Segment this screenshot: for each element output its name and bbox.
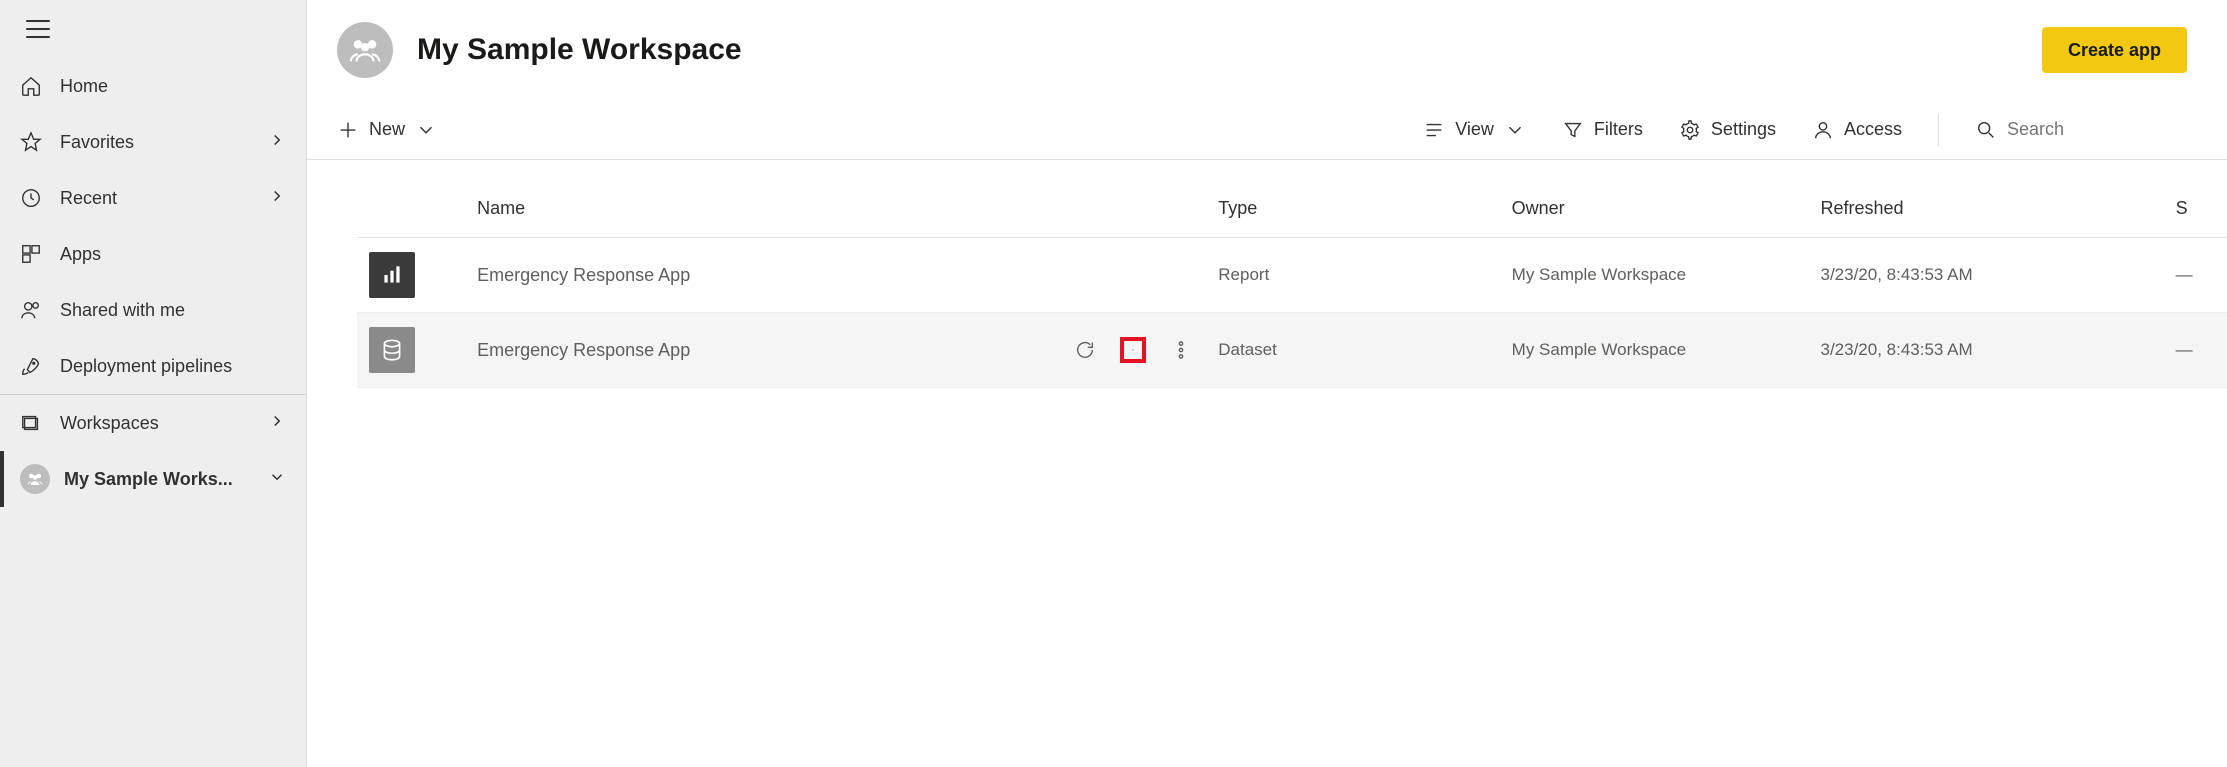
sidebar-item-recent[interactable]: Recent — [0, 170, 306, 226]
search-icon — [1975, 119, 1997, 141]
search-input[interactable] — [2007, 119, 2187, 140]
workspaces-icon — [20, 412, 42, 434]
chevron-down-icon — [1504, 119, 1526, 141]
filter-icon — [1562, 119, 1584, 141]
column-header-type[interactable]: Type — [1206, 180, 1499, 238]
report-icon — [369, 252, 415, 298]
filters-button[interactable]: Filters — [1562, 119, 1643, 141]
item-type: Report — [1206, 238, 1499, 313]
hamburger-menu-button[interactable] — [26, 20, 50, 38]
item-last: — — [2164, 313, 2227, 388]
rocket-icon — [20, 355, 42, 377]
main-content: My Sample Workspace Create app New View … — [307, 0, 2227, 767]
item-owner: My Sample Workspace — [1500, 238, 1809, 313]
apps-icon — [20, 243, 42, 265]
clock-icon — [20, 187, 42, 209]
home-icon — [20, 75, 42, 97]
sidebar-item-current-workspace[interactable]: My Sample Works... — [0, 451, 306, 507]
table-row[interactable]: Emergency Response App — [357, 313, 2227, 388]
refresh-icon — [1074, 339, 1096, 361]
sidebar-item-label: Favorites — [60, 132, 268, 153]
column-header-partial[interactable]: S — [2164, 180, 2227, 238]
sidebar: Home Favorites Recent Apps — [0, 0, 307, 767]
chevron-right-icon — [268, 412, 286, 435]
people-icon — [20, 299, 42, 321]
sidebar-item-label: Apps — [60, 244, 286, 265]
sidebar-item-pipelines[interactable]: Deployment pipelines — [0, 338, 306, 394]
toolbar: New View Filters Settings Access — [307, 100, 2227, 160]
workspace-avatar-icon — [20, 464, 50, 494]
create-app-button[interactable]: Create app — [2042, 27, 2187, 73]
chevron-right-icon — [268, 187, 286, 210]
item-refreshed: 3/23/20, 8:43:53 AM — [1808, 238, 2163, 313]
settings-button[interactable]: Settings — [1679, 119, 1776, 141]
dataset-icon — [369, 327, 415, 373]
person-icon — [1812, 119, 1834, 141]
column-header-name[interactable]: Name — [465, 180, 944, 238]
sidebar-item-favorites[interactable]: Favorites — [0, 114, 306, 170]
gear-icon — [1679, 119, 1701, 141]
sidebar-item-shared[interactable]: Shared with me — [0, 282, 306, 338]
item-owner: My Sample Workspace — [1500, 313, 1809, 388]
workspace-title: My Sample Workspace — [417, 33, 2042, 67]
star-icon — [20, 131, 42, 153]
toolbar-label: New — [369, 119, 405, 140]
item-refreshed: 3/23/20, 8:43:53 AM — [1808, 313, 2163, 388]
item-name: Emergency Response App — [465, 313, 944, 388]
sidebar-item-apps[interactable]: Apps — [0, 226, 306, 282]
list-icon — [1423, 119, 1445, 141]
chevron-down-icon — [268, 468, 286, 491]
sidebar-item-label: Home — [60, 76, 286, 97]
column-header-owner[interactable]: Owner — [1500, 180, 1809, 238]
more-options-button[interactable] — [1168, 337, 1194, 363]
workspace-header: My Sample Workspace Create app — [307, 0, 2227, 100]
toolbar-label: Settings — [1711, 119, 1776, 140]
sidebar-item-label: My Sample Works... — [64, 469, 268, 490]
sidebar-item-workspaces[interactable]: Workspaces — [0, 395, 306, 451]
content-table: Name Type Owner Refreshed S — [357, 180, 2227, 388]
view-button[interactable]: View — [1423, 119, 1526, 141]
toolbar-label: Filters — [1594, 119, 1643, 140]
column-header-refreshed[interactable]: Refreshed — [1808, 180, 2163, 238]
schedule-refresh-button[interactable] — [1120, 337, 1146, 363]
sidebar-item-label: Recent — [60, 188, 268, 209]
sidebar-item-label: Workspaces — [60, 413, 268, 434]
item-type: Dataset — [1206, 313, 1499, 388]
sidebar-item-home[interactable]: Home — [0, 58, 306, 114]
more-vertical-icon — [1170, 339, 1192, 361]
table-row[interactable]: Emergency Response App Report My Sample … — [357, 238, 2227, 313]
search-tool — [1975, 119, 2187, 141]
workspace-avatar-icon — [337, 22, 393, 78]
schedule-refresh-icon — [1132, 339, 1134, 361]
chevron-down-icon — [415, 119, 437, 141]
toolbar-label: Access — [1844, 119, 1902, 140]
refresh-now-button[interactable] — [1072, 337, 1098, 363]
new-button[interactable]: New — [337, 119, 437, 141]
toolbar-label: View — [1455, 119, 1494, 140]
toolbar-divider — [1938, 114, 1939, 146]
chevron-right-icon — [268, 131, 286, 154]
item-name: Emergency Response App — [465, 238, 944, 313]
item-last: — — [2164, 238, 2227, 313]
sidebar-item-label: Deployment pipelines — [60, 356, 286, 377]
plus-icon — [337, 119, 359, 141]
sidebar-item-label: Shared with me — [60, 300, 286, 321]
access-button[interactable]: Access — [1812, 119, 1902, 141]
